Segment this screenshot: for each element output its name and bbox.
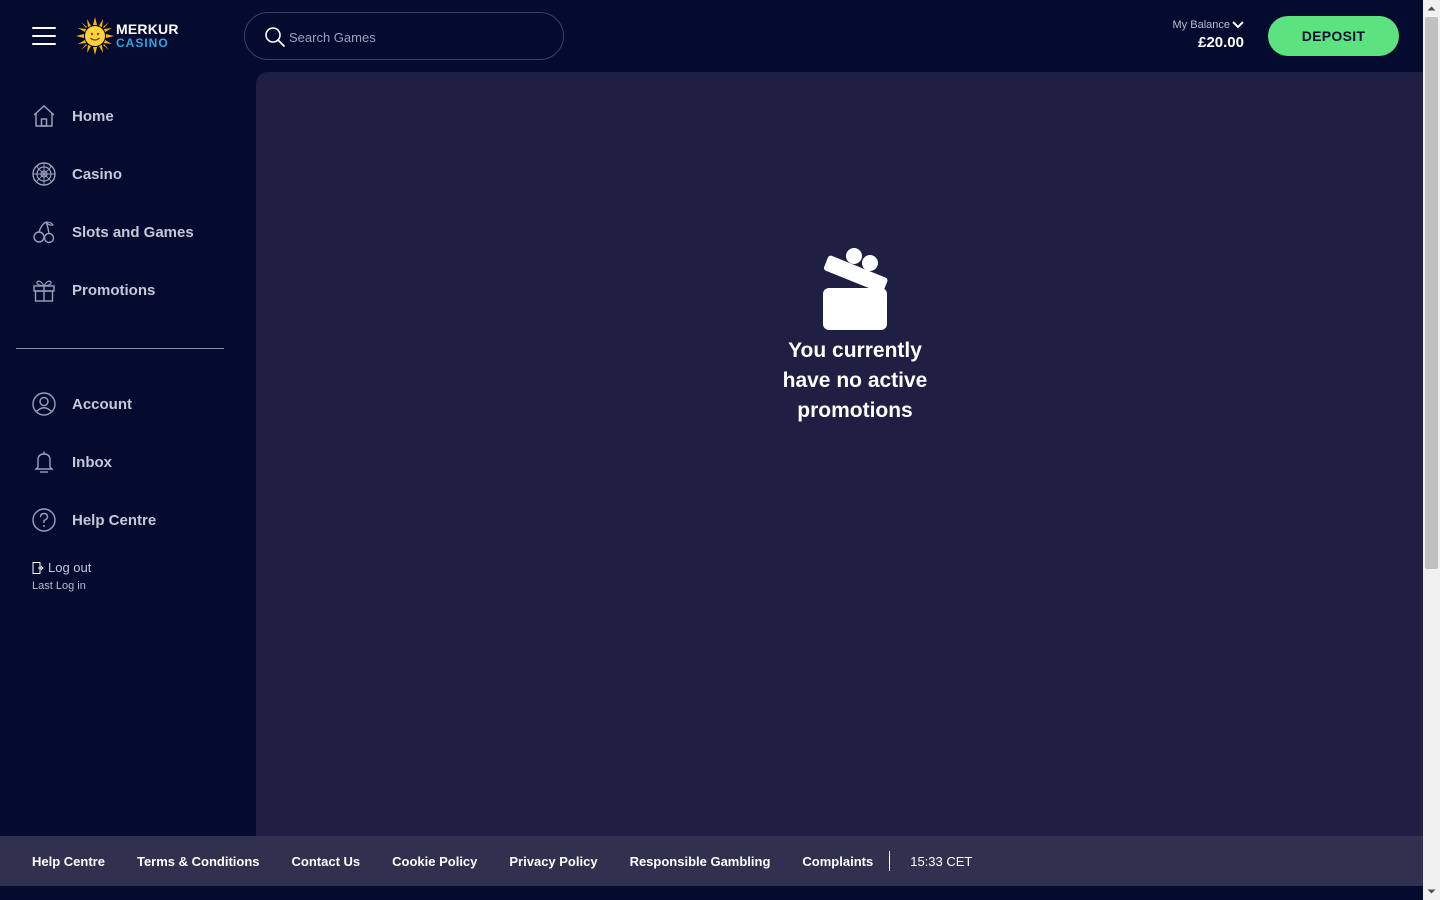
chevron-down-icon bbox=[1232, 21, 1244, 29]
sidebar-item-label: Home bbox=[72, 107, 114, 125]
sidebar-item-label: Account bbox=[72, 395, 132, 413]
menu-icon[interactable] bbox=[32, 24, 56, 48]
empty-message: You currently have no active promotions bbox=[782, 339, 928, 422]
logo-text-casino: CASINO bbox=[116, 36, 169, 50]
footer-link-responsible-gambling[interactable]: Responsible Gambling bbox=[630, 854, 771, 869]
sidebar-item-label: Casino bbox=[72, 165, 123, 183]
logout-link[interactable]: Log out bbox=[32, 560, 91, 575]
search-box[interactable] bbox=[244, 12, 564, 60]
roulette-icon bbox=[32, 162, 56, 186]
sidebar-item-home[interactable]: Home bbox=[32, 96, 232, 136]
sidebar-item-casino[interactable]: Casino bbox=[32, 154, 232, 194]
sidebar-item-account[interactable]: Account bbox=[32, 384, 232, 424]
deposit-button[interactable]: DEPOSIT bbox=[1268, 16, 1399, 56]
clock-time: 15:33 CET bbox=[910, 853, 973, 869]
sidebar-item-inbox[interactable]: Inbox bbox=[32, 442, 232, 482]
gift-icon bbox=[33, 280, 55, 302]
footer-link-contact[interactable]: Contact Us bbox=[292, 854, 361, 869]
sidebar-item-help-centre[interactable]: Help Centre bbox=[32, 500, 232, 540]
sidebar-item-promotions[interactable]: Promotions bbox=[32, 270, 232, 310]
sidebar-item-label: Slots and Games bbox=[72, 223, 194, 241]
scroll-up-icon[interactable] bbox=[1423, 0, 1440, 17]
cherries-icon bbox=[33, 221, 55, 244]
sidebar: Home Casino Slots and Games Promotions A… bbox=[0, 72, 256, 836]
top-header: MERKUR CASINO My Balance £20.00 DEPOSIT bbox=[0, 0, 1423, 72]
logo-text-merkur: MERKUR bbox=[116, 21, 179, 37]
footer-separator bbox=[889, 851, 891, 871]
open-gift-icon bbox=[823, 248, 888, 330]
search-icon bbox=[265, 27, 285, 47]
page-scrollbar[interactable] bbox=[1423, 0, 1440, 900]
footer-link-complaints[interactable]: Complaints bbox=[802, 854, 873, 869]
user-icon bbox=[32, 392, 56, 416]
logout-icon bbox=[32, 561, 44, 574]
sidebar-item-label: Help Centre bbox=[72, 511, 157, 529]
balance-label: My Balance bbox=[1172, 19, 1230, 31]
sidebar-divider bbox=[16, 348, 224, 349]
help-icon bbox=[32, 508, 56, 532]
balance-amount: £20.00 bbox=[1198, 34, 1244, 51]
logout-label: Log out bbox=[48, 560, 92, 575]
merkur-casino-logo[interactable]: MERKUR CASINO bbox=[76, 16, 179, 56]
main-content: You currently have no active promotions bbox=[256, 72, 1423, 836]
home-icon bbox=[33, 104, 55, 127]
empty-state: You currently have no active promotions bbox=[740, 248, 970, 426]
balance-dropdown[interactable]: My Balance £20.00 bbox=[1160, 16, 1250, 56]
footer-link-help-centre[interactable]: Help Centre bbox=[32, 854, 105, 869]
sidebar-item-label: Promotions bbox=[72, 281, 156, 299]
footer-link-cookie-policy[interactable]: Cookie Policy bbox=[392, 854, 477, 869]
last-login-label: Last Log in bbox=[32, 580, 86, 592]
scroll-down-icon[interactable] bbox=[1423, 883, 1440, 900]
sidebar-item-slots-and-games[interactable]: Slots and Games bbox=[32, 212, 232, 252]
bottom-strip bbox=[0, 886, 1423, 900]
search-input[interactable] bbox=[289, 25, 549, 49]
footer-link-terms[interactable]: Terms & Conditions bbox=[137, 854, 260, 869]
scrollbar-thumb[interactable] bbox=[1425, 17, 1438, 569]
bell-icon bbox=[34, 451, 54, 473]
footer-link-privacy-policy[interactable]: Privacy Policy bbox=[509, 854, 597, 869]
footer: Help Centre Terms & Conditions Contact U… bbox=[0, 836, 1423, 886]
sun-logo-icon bbox=[76, 17, 114, 55]
sidebar-item-label: Inbox bbox=[72, 453, 112, 471]
